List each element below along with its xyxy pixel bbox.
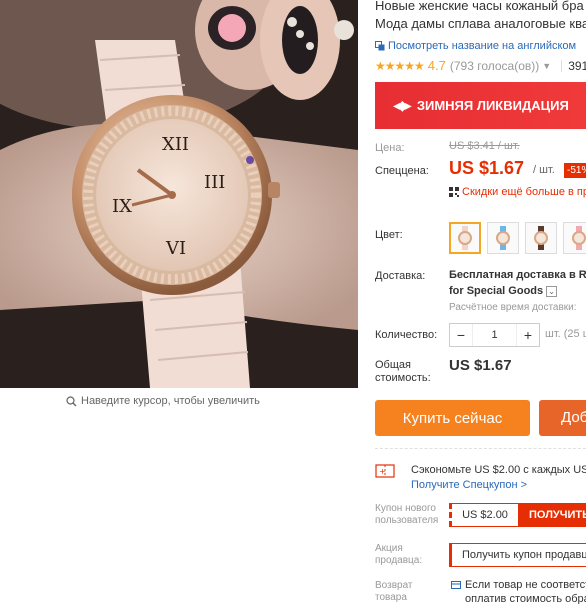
orders-count: 391 xyxy=(568,58,586,73)
watch-photo: MICHAEL KO XII III VI IX xyxy=(0,0,358,388)
total-price: US $1.67 xyxy=(449,357,512,374)
savings-text: Сэкономьте US $2.00 с каждых US $ xyxy=(411,464,586,476)
new-user-coupon-label: Купон нового пользователя xyxy=(375,503,438,527)
new-user-coupon-label-line1: Купон нового xyxy=(375,503,436,514)
svg-text:XII: XII xyxy=(162,134,189,155)
product-image[interactable]: MICHAEL KO XII III VI IX xyxy=(0,0,358,388)
returns-text: Если товар не соответст оплатив стоимост… xyxy=(465,578,586,604)
translate-title-link[interactable]: Посмотреть название на английском xyxy=(375,40,576,52)
translate-icon xyxy=(375,41,385,51)
svg-text:III: III xyxy=(204,172,225,193)
qr-code-icon xyxy=(449,187,459,197)
shipping-label: Доставка: xyxy=(375,270,426,282)
color-label: Цвет: xyxy=(375,229,403,241)
returns-label: Возврат товара xyxy=(375,580,413,604)
translate-link-text: Посмотреть название на английском xyxy=(388,40,577,52)
quantity-stepper: − 1 + xyxy=(449,323,540,347)
shield-icon xyxy=(451,581,461,589)
returns-label-line1: Возврат xyxy=(375,580,413,591)
quantity-label: Количество: xyxy=(375,329,438,341)
rating-stars-icon: ★★★★★ xyxy=(375,58,425,73)
seller-promo-label-line2: продавца: xyxy=(375,555,423,566)
quantity-increase-button[interactable]: + xyxy=(517,324,539,346)
chevron-down-icon[interactable]: ▼ xyxy=(542,61,551,71)
color-option-brown[interactable] xyxy=(525,222,557,254)
color-option-rose[interactable] xyxy=(563,222,586,254)
returns-text-line1: Если товар не соответст xyxy=(465,579,586,591)
shipping-method-detail[interactable]: for Special Goods ⌄ xyxy=(449,285,558,297)
price-unit: / шт. xyxy=(533,164,555,176)
chevron-down-icon[interactable]: ⌄ xyxy=(546,285,558,297)
watch-thumbnail-icon xyxy=(534,226,548,250)
svg-text:IX: IX xyxy=(112,196,132,217)
product-info-panel: Новые женские часы кожаный бра Мода дамы… xyxy=(375,0,586,604)
returns-label-line2: товара xyxy=(375,592,407,603)
new-user-coupon-amount: US $2.00 xyxy=(449,503,519,527)
watch-thumbnail-icon xyxy=(572,226,586,250)
total-label-line2: стоимость: xyxy=(375,372,431,384)
coupon-ticket-icon: + xyxy=(375,464,395,478)
shipping-method: Бесплатная доставка в Ru xyxy=(449,269,586,281)
buy-now-button[interactable]: Купить сейчас xyxy=(375,400,530,436)
product-title-line2: Мода дамы сплава аналоговые ква xyxy=(375,16,586,31)
quantity-input[interactable]: 1 xyxy=(472,324,517,346)
watch-thumbnail-icon xyxy=(496,226,510,250)
rating-row: ★★★★★ 4.7 (793 голоса(ов)) ▼ 391 xyxy=(375,58,586,73)
rating-value[interactable]: 4.7 xyxy=(428,58,446,73)
magnifier-icon xyxy=(66,395,77,406)
seller-promo-label: Акция продавца: xyxy=(375,543,422,567)
total-label: Общая стоимость: xyxy=(375,359,431,385)
price-label: Цена: xyxy=(375,142,405,154)
color-option-blue[interactable] xyxy=(487,222,519,254)
banner-text: ЗИМНЯЯ ЛИКВИДАЦИЯ xyxy=(416,98,569,113)
svg-text:+: + xyxy=(379,467,386,476)
winter-sale-banner[interactable]: ◂◆▸ ЗИМНЯЯ ЛИКВИДАЦИЯ xyxy=(375,82,586,129)
seller-promo-label-line1: Акция xyxy=(375,543,403,554)
color-option-pink[interactable] xyxy=(449,222,481,254)
product-title: Новые женские часы кожаный бра Мода дамы… xyxy=(375,0,586,33)
get-seller-coupon-button[interactable]: Получить купон продавца xyxy=(449,543,586,567)
divider xyxy=(561,59,563,72)
returns-text-line2: оплатив стоимость обра xyxy=(465,593,586,604)
section-divider xyxy=(375,448,586,449)
special-price: US $1.67 xyxy=(449,158,525,178)
get-coupon-button[interactable]: ПОЛУЧИТЬ xyxy=(519,503,586,527)
zoom-hint-text: Наведите курсор, чтобы увеличить xyxy=(81,395,260,407)
total-label-line1: Общая xyxy=(375,359,411,371)
zoom-hint: Наведите курсор, чтобы увеличить xyxy=(66,395,260,407)
coupon-discount-text: Скидки ещё больше в пр xyxy=(462,186,586,198)
rating-votes[interactable]: (793 голоса(ов)) xyxy=(450,59,539,73)
special-price-label: Спеццена: xyxy=(375,165,429,177)
discount-badge: -51% xyxy=(564,163,586,178)
product-title-line1: Новые женские часы кожаный бра xyxy=(375,0,584,13)
old-price: US $3.41 / шт. xyxy=(449,140,520,152)
svg-text:VI: VI xyxy=(165,238,186,259)
watch-thumbnail-icon xyxy=(458,226,472,250)
shipping-detail-text: for Special Goods xyxy=(449,285,544,297)
add-to-cart-button[interactable]: Доб xyxy=(539,400,586,436)
delivery-time: Расчётное время доставки: xyxy=(449,302,577,313)
get-special-coupon-link[interactable]: Получите Спецкупон > xyxy=(411,479,527,491)
coupon-discount-link[interactable]: Скидки ещё больше в пр xyxy=(449,186,586,198)
quantity-unit: шт. (25 ш xyxy=(545,328,586,340)
quantity-decrease-button[interactable]: − xyxy=(450,324,472,346)
banner-arrows-icon: ◂◆▸ xyxy=(393,97,412,113)
new-user-coupon-label-line2: пользователя xyxy=(375,515,439,526)
